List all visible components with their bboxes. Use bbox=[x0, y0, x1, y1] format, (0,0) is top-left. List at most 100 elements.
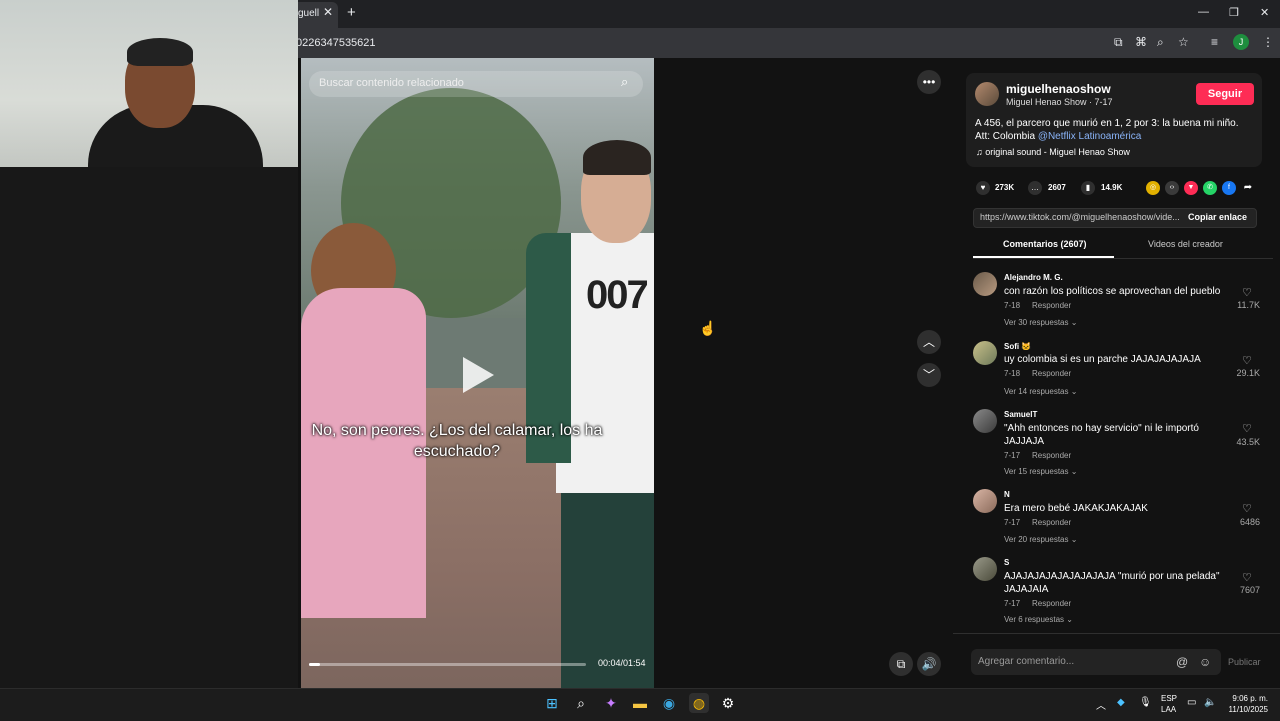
comment-username[interactable]: Sofi 🐱 bbox=[1004, 342, 1031, 351]
clock-date[interactable]: 11/10/2025 bbox=[1226, 705, 1268, 714]
display-icon[interactable]: ▭ bbox=[1187, 697, 1196, 708]
mention-icon[interactable]: @ bbox=[1176, 655, 1188, 669]
comment-username[interactable]: SamuelT bbox=[1004, 410, 1037, 419]
browser-menu-icon[interactable]: ⋮ bbox=[1262, 35, 1274, 49]
comment-date: 7-18 bbox=[1004, 301, 1021, 310]
creator-avatar[interactable] bbox=[975, 82, 999, 106]
comment-like-icon[interactable]: ♡ bbox=[1242, 502, 1252, 515]
floating-player-button[interactable]: ⧉ bbox=[889, 652, 913, 676]
reply-button[interactable]: Responder bbox=[1032, 451, 1071, 460]
zoom-icon[interactable]: ⌕ bbox=[1157, 35, 1164, 50]
file-explorer-icon[interactable]: ▬ bbox=[630, 693, 650, 713]
view-replies-button[interactable]: Ver 15 respuestas ⌄ bbox=[1004, 467, 1077, 476]
close-tab-icon[interactable]: ✕ bbox=[323, 5, 333, 19]
profile-avatar[interactable]: J bbox=[1233, 34, 1249, 50]
comment-count: 2607 bbox=[1048, 183, 1066, 192]
tab-comments[interactable]: Comentarios (2607) bbox=[1003, 239, 1087, 249]
left-background bbox=[0, 167, 298, 688]
webcam-person-hair bbox=[127, 38, 193, 66]
comment-placeholder: Agregar comentario... bbox=[978, 656, 1075, 667]
new-tab-button[interactable]: + bbox=[347, 4, 356, 21]
progress-bar[interactable] bbox=[309, 663, 586, 666]
chrome-icon[interactable]: ◍ bbox=[689, 693, 709, 713]
tab-creator-videos[interactable]: Videos del creador bbox=[1148, 239, 1223, 249]
video-shirt-number: 007 bbox=[586, 273, 649, 317]
bookmark-icon[interactable]: ▮ bbox=[1081, 181, 1095, 195]
comment-username[interactable]: N bbox=[1004, 490, 1010, 499]
copilot-icon[interactable]: ✦ bbox=[601, 693, 621, 713]
reply-button[interactable]: Responder bbox=[1032, 518, 1071, 527]
taskbar-search-icon[interactable]: ⌕ bbox=[571, 693, 591, 713]
play-icon[interactable] bbox=[463, 357, 494, 393]
comment-like-count: 43.5K bbox=[1236, 437, 1260, 447]
comment-like-icon[interactable]: ♡ bbox=[1242, 286, 1252, 299]
comment-avatar[interactable] bbox=[973, 272, 997, 296]
comment-avatar[interactable] bbox=[973, 341, 997, 365]
post-link[interactable]: https://www.tiktok.com/@miguelhenaoshow/… bbox=[980, 212, 1180, 222]
comment-icon[interactable]: … bbox=[1028, 181, 1042, 195]
comment-like-icon[interactable]: ♡ bbox=[1242, 354, 1252, 367]
share-arrow-icon[interactable]: ➦ bbox=[1241, 181, 1255, 195]
comment-text: uy colombia si es un parche JAJAJAJAJAJA bbox=[1004, 354, 1201, 365]
emoji-icon[interactable]: ☺ bbox=[1199, 655, 1211, 669]
reply-button[interactable]: Responder bbox=[1032, 301, 1071, 310]
input-language[interactable]: ESP bbox=[1161, 694, 1177, 703]
view-replies-button[interactable]: Ver 20 respuestas ⌄ bbox=[1004, 535, 1077, 544]
url-field[interactable] bbox=[290, 33, 1105, 53]
volume-tray-icon[interactable]: 🔈 bbox=[1204, 697, 1216, 708]
send-icon[interactable]: ▼ bbox=[1184, 181, 1198, 195]
close-window-button[interactable]: ✕ bbox=[1260, 6, 1269, 19]
comment-text: Era mero bebé JAKAKJAKAJAK bbox=[1004, 503, 1148, 514]
comment-like-count: 6486 bbox=[1239, 517, 1260, 527]
more-options-button[interactable]: ••• bbox=[917, 70, 941, 94]
restore-button[interactable]: ❐ bbox=[1229, 6, 1239, 19]
view-replies-button[interactable]: Ver 30 respuestas ⌄ bbox=[1004, 318, 1077, 327]
sound-text: original sound - Miguel Henao Show bbox=[985, 147, 1130, 157]
keyboard-layout[interactable]: LAA bbox=[1161, 705, 1176, 714]
embed-icon[interactable]: ‹› bbox=[1165, 181, 1179, 195]
creator-username[interactable]: miguelhenaoshow bbox=[1006, 82, 1111, 96]
like-heart-icon[interactable]: ♥ bbox=[976, 181, 990, 195]
comment-avatar[interactable] bbox=[973, 409, 997, 433]
view-replies-button[interactable]: Ver 6 respuestas ⌄ bbox=[1004, 615, 1073, 624]
reply-button[interactable]: Responder bbox=[1032, 599, 1071, 608]
search-icon[interactable]: ⌕ bbox=[621, 74, 628, 90]
copy-link-button[interactable]: Copiar enlace bbox=[1188, 212, 1247, 222]
media-controls-icon[interactable]: ≡ bbox=[1211, 35, 1218, 49]
next-video-button[interactable]: ﹀ bbox=[917, 363, 941, 387]
comment-username[interactable]: S bbox=[1004, 558, 1009, 567]
creator-subtitle: Miguel Henao Show · 7-17 bbox=[1006, 97, 1113, 107]
edge-icon[interactable]: ◉ bbox=[659, 693, 679, 713]
app-icon[interactable]: ⚙ bbox=[718, 693, 738, 713]
publish-button[interactable]: Publicar bbox=[1228, 657, 1261, 667]
start-icon[interactable]: ⊞ bbox=[542, 693, 562, 713]
translate-icon[interactable]: ⌘ bbox=[1135, 35, 1147, 49]
comment-avatar[interactable] bbox=[973, 557, 997, 581]
clock-time[interactable]: 9:06 p. m. bbox=[1226, 694, 1268, 703]
repost-icon[interactable]: ◎ bbox=[1146, 181, 1160, 195]
microphone-icon[interactable]: 🎙 bbox=[1139, 697, 1152, 708]
view-replies-button[interactable]: Ver 14 respuestas ⌄ bbox=[1004, 387, 1077, 396]
comment-username[interactable]: Alejandro M. G. bbox=[1004, 273, 1063, 282]
mention-link[interactable]: @Netflix Latinoamérica bbox=[1038, 131, 1142, 142]
follow-button[interactable]: Seguir bbox=[1196, 83, 1254, 105]
tray-overflow-icon[interactable]: ︿ bbox=[1096, 697, 1106, 712]
install-app-icon[interactable]: ⧉ bbox=[1114, 35, 1123, 50]
facebook-icon[interactable]: f bbox=[1222, 181, 1236, 195]
comment-avatar[interactable] bbox=[973, 489, 997, 513]
whatsapp-icon[interactable]: ✆ bbox=[1203, 181, 1217, 195]
comment-like-icon[interactable]: ♡ bbox=[1242, 422, 1252, 435]
related-search-placeholder: Buscar contenido relacionado bbox=[319, 77, 464, 89]
video-man-hair bbox=[583, 140, 651, 175]
tray-app-icon[interactable]: ◆ bbox=[1117, 697, 1125, 708]
volume-button[interactable]: 🔊 bbox=[917, 652, 941, 676]
bookmark-star-icon[interactable]: ☆ bbox=[1178, 35, 1189, 49]
mouse-cursor-icon: ☝ bbox=[699, 320, 717, 336]
comment-like-count: 29.1K bbox=[1236, 368, 1260, 378]
comment-like-icon[interactable]: ♡ bbox=[1242, 571, 1252, 584]
previous-video-button[interactable]: ︿ bbox=[917, 330, 941, 354]
comment-text: "Ahh entonces no hay servicio" ni le imp… bbox=[1004, 423, 1199, 447]
reply-button[interactable]: Responder bbox=[1032, 369, 1071, 378]
minimize-button[interactable]: — bbox=[1198, 6, 1209, 18]
sound-label[interactable]: ♫ original sound - Miguel Henao Show bbox=[976, 147, 1130, 157]
